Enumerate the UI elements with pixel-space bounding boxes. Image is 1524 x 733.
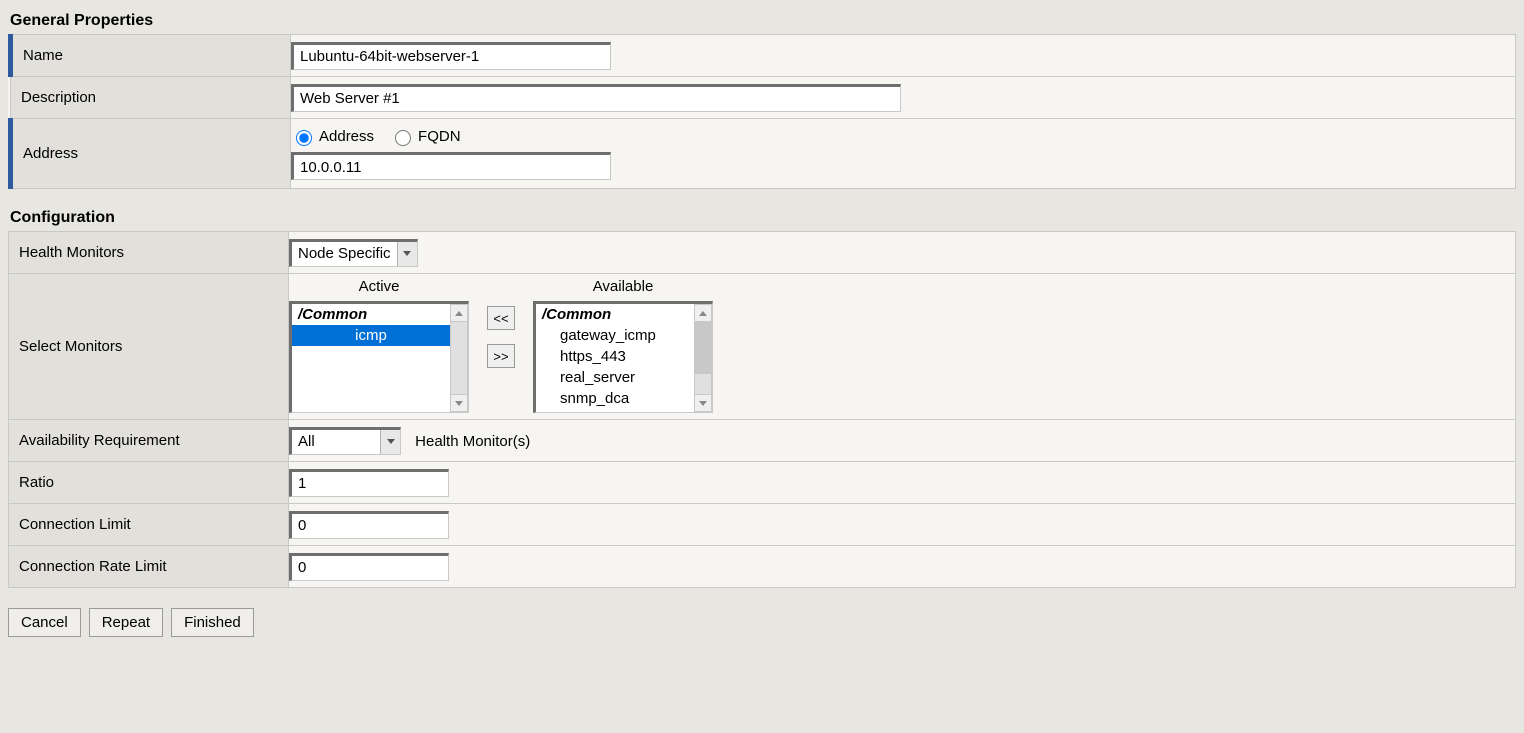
available-group-label: /Common: [536, 304, 694, 325]
conn-limit-input[interactable]: [289, 511, 449, 539]
row-ratio: Ratio: [9, 462, 1516, 504]
row-conn-rate-limit: Connection Rate Limit: [9, 546, 1516, 588]
move-left-button[interactable]: <<: [487, 306, 515, 330]
available-item-3[interactable]: snmp_dca: [536, 388, 694, 409]
active-listbox[interactable]: /Common icmp: [289, 301, 469, 413]
available-item-1[interactable]: https_443: [536, 346, 694, 367]
available-item-0[interactable]: gateway_icmp: [536, 325, 694, 346]
available-listbox[interactable]: /Common gateway_icmp https_443 real_serv…: [533, 301, 713, 413]
scroll-track[interactable]: [450, 322, 468, 394]
row-conn-limit: Connection Limit: [9, 504, 1516, 546]
scroll-down-icon[interactable]: [694, 394, 712, 412]
available-column: Available /Common gateway_icmp https_443…: [533, 278, 713, 413]
cancel-button[interactable]: Cancel: [8, 608, 81, 637]
label-availability: Availability Requirement: [9, 420, 288, 461]
row-description: Description: [11, 77, 1516, 119]
availability-select[interactable]: All: [289, 427, 401, 455]
label-select-monitors: Select Monitors: [9, 278, 288, 415]
label-health-monitors: Health Monitors: [9, 232, 288, 273]
scroll-up-icon[interactable]: [450, 304, 468, 322]
label-description: Description: [11, 77, 290, 118]
scroll-up-icon[interactable]: [694, 304, 712, 322]
radio-fqdn-label[interactable]: FQDN: [390, 127, 461, 146]
button-row: Cancel Repeat Finished: [8, 608, 1516, 637]
section-title-configuration: Configuration: [10, 209, 1516, 227]
move-right-button[interactable]: >>: [487, 344, 515, 368]
row-health-monitors: Health Monitors Node Specific: [9, 232, 1516, 274]
conn-rate-limit-input[interactable]: [289, 553, 449, 581]
label-conn-rate-limit: Connection Rate Limit: [9, 546, 288, 587]
address-type-radios: Address FQDN: [291, 127, 1515, 146]
row-select-monitors: Select Monitors Active /Common icmp: [9, 274, 1516, 420]
move-buttons: << >>: [487, 306, 515, 368]
radio-fqdn-text: FQDN: [418, 128, 461, 145]
repeat-button[interactable]: Repeat: [89, 608, 163, 637]
health-monitors-select[interactable]: Node Specific: [289, 239, 418, 267]
description-input[interactable]: [291, 84, 901, 112]
scroll-down-icon[interactable]: [450, 394, 468, 412]
scroll-thumb[interactable]: [695, 322, 711, 374]
ratio-input[interactable]: [289, 469, 449, 497]
finished-button[interactable]: Finished: [171, 608, 254, 637]
active-item-icmp[interactable]: icmp: [292, 325, 450, 346]
row-name: Name: [11, 35, 1516, 77]
active-header: Active: [359, 278, 400, 295]
active-column: Active /Common icmp: [289, 278, 469, 413]
radio-address-label[interactable]: Address: [291, 127, 374, 146]
label-conn-limit: Connection Limit: [9, 504, 288, 545]
section-title-general: General Properties: [10, 12, 1516, 30]
radio-fqdn[interactable]: [395, 130, 411, 146]
label-name: Name: [13, 35, 290, 76]
general-properties-table: Name Description Address Addres: [8, 34, 1516, 189]
select-monitors-dual-list: Active /Common icmp <<: [289, 274, 1515, 419]
available-header: Available: [593, 278, 654, 295]
row-address: Address Address FQDN: [11, 119, 1516, 189]
availability-suffix: Health Monitor(s): [415, 433, 530, 450]
chevron-down-icon: [397, 242, 417, 266]
chevron-down-icon: [380, 430, 400, 454]
availability-value: All: [292, 430, 380, 454]
active-group-label: /Common: [292, 304, 450, 325]
health-monitors-value: Node Specific: [292, 242, 397, 266]
available-item-2[interactable]: real_server: [536, 367, 694, 388]
label-ratio: Ratio: [9, 462, 288, 503]
name-input[interactable]: [291, 42, 611, 70]
radio-address[interactable]: [296, 130, 312, 146]
label-address: Address: [13, 119, 290, 188]
radio-address-text: Address: [319, 128, 374, 145]
address-input[interactable]: [291, 152, 611, 180]
configuration-table: Health Monitors Node Specific Select Mon…: [8, 231, 1516, 588]
row-availability: Availability Requirement All Health Moni…: [9, 420, 1516, 462]
